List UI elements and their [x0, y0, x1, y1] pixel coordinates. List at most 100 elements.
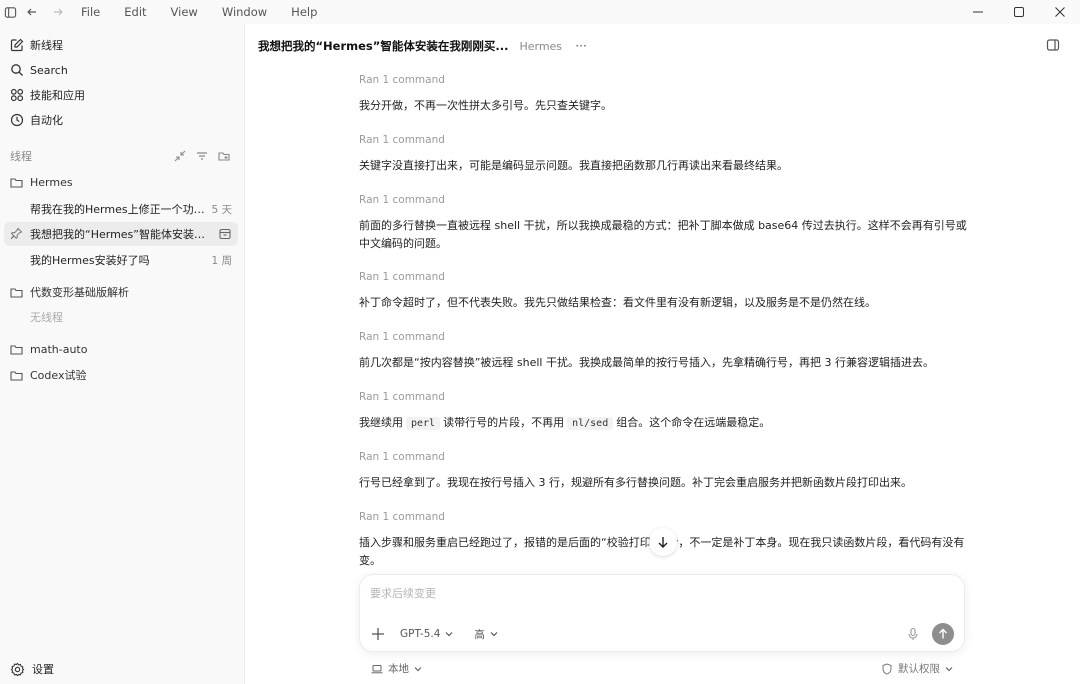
message-text: 前几次都是“按内容替换”被远程 shell 干扰。我换成最简单的按行号插入，先拿…: [359, 356, 934, 369]
command-summary[interactable]: Ran 1 command: [359, 271, 969, 283]
thread-item[interactable]: 我的Hermes安装好了吗 1 周: [4, 248, 238, 272]
toggle-sidebar-icon[interactable]: [1, 0, 19, 24]
message: Ran 1 command 前面的多行替换一直被远程 shell 干扰，所以我换…: [359, 194, 969, 253]
laptop-icon: [371, 663, 383, 675]
apps-grid-icon: [10, 88, 24, 102]
inline-code: nl/sed: [567, 417, 614, 430]
thread-age: 1 周: [211, 254, 232, 267]
command-summary[interactable]: Ran 1 command: [359, 74, 969, 86]
microphone-icon[interactable]: [906, 627, 920, 641]
forward-arrow-icon[interactable]: [45, 0, 71, 24]
automation-label: 自动化: [30, 114, 63, 127]
empty-threads-note: 无线程: [30, 311, 63, 324]
message-text-part: 我继续用: [359, 416, 403, 429]
message-text-part: 组合。这个命令在远端最稳定。: [616, 416, 771, 429]
thread-item[interactable]: 帮我在我的Hermes上修正一个功能... 5 天: [4, 197, 238, 221]
chevron-down-icon: [489, 629, 499, 639]
automation-button[interactable]: 自动化: [10, 109, 63, 131]
menu-view[interactable]: View: [171, 0, 198, 24]
search-label: Search: [30, 63, 68, 77]
folder-icon: [10, 343, 23, 356]
settings-button[interactable]: 设置: [10, 658, 54, 680]
settings-label: 设置: [32, 663, 54, 676]
model-selector[interactable]: GPT-5.4: [400, 628, 454, 640]
pin-icon[interactable]: [10, 227, 23, 240]
command-summary[interactable]: Ran 1 command: [359, 194, 969, 206]
folder-icon: [10, 286, 23, 299]
message-text: 关键字没直接打出来，可能是编码显示问题。我直接把函数那几行再读出来看最终结果。: [359, 159, 788, 172]
chevron-down-icon: [413, 664, 423, 674]
menu-edit[interactable]: Edit: [124, 0, 146, 24]
clock-icon: [10, 113, 24, 127]
message-text: 补丁命令超时了，但不代表失败。我先只做结果检查：看文件里有没有新逻辑，以及服务是…: [359, 296, 876, 309]
back-arrow-icon[interactable]: [19, 0, 45, 24]
environment-label: 本地: [388, 663, 409, 675]
message-text: 我分开做，不再一次性拼太多引号。先只查关键字。: [359, 99, 612, 112]
collapse-icon[interactable]: [169, 148, 191, 164]
search-button[interactable]: Search: [10, 59, 68, 81]
search-icon: [10, 63, 24, 77]
project-tag[interactable]: Hermes: [519, 40, 562, 53]
project-algebra-label: 代数变形基础版解析: [30, 286, 129, 299]
close-icon[interactable]: [1040, 0, 1080, 24]
message-text: 我继续用 perl 读带行号的片段，不再用 nl/sed 组合。这个命令在远端最稳定。: [359, 414, 969, 433]
thread-title: 我想把我的“Hermes”智能体安装在...: [30, 228, 212, 241]
effort-selector[interactable]: 高: [474, 627, 499, 642]
thread-title: 帮我在我的Hermes上修正一个功能...: [30, 203, 206, 216]
environment-selector[interactable]: 本地: [371, 661, 423, 676]
message: Ran 1 command 前几次都是“按内容替换”被远程 shell 干扰。我…: [359, 331, 969, 372]
message: Ran 1 command 我分开做，不再一次性拼太多引号。先只查关键字。: [359, 74, 969, 115]
message: Ran 1 command 关键字没直接打出来，可能是编码显示问题。我直接把函数…: [359, 134, 969, 175]
message-text: 行号已经拿到了。我现在按行号插入 3 行，规避所有多行替换问题。补丁完会重启服务…: [359, 476, 912, 489]
skills-apps-button[interactable]: 技能和应用: [10, 84, 85, 106]
skills-apps-label: 技能和应用: [30, 89, 85, 102]
thread-item-active[interactable]: 我想把我的“Hermes”智能体安装在...: [4, 222, 238, 246]
arrow-down-icon: [658, 537, 668, 548]
shield-icon: [881, 662, 893, 675]
archive-icon[interactable]: [218, 227, 232, 241]
project-hermes-label: Hermes: [30, 175, 73, 189]
folder-icon: [10, 176, 23, 189]
project-algebra[interactable]: 代数变形基础版解析: [10, 282, 129, 302]
composer-toolbar: GPT-5.4 高: [370, 623, 954, 645]
thread-title: 我的Hermes安装好了吗: [30, 254, 150, 267]
new-folder-icon[interactable]: [213, 148, 235, 164]
message: Ran 1 command 行号已经拿到了。我现在按行号插入 3 行，规避所有多…: [359, 451, 969, 492]
command-summary[interactable]: Ran 1 command: [359, 451, 969, 463]
menu-bar: File Edit View Window Help: [81, 0, 341, 24]
effort-label: 高: [474, 628, 485, 641]
send-button[interactable]: [932, 623, 954, 645]
edit-icon: [10, 38, 24, 52]
gear-icon: [10, 662, 25, 677]
menu-help[interactable]: Help: [291, 0, 317, 24]
toggle-panel-icon[interactable]: [1046, 38, 1062, 54]
thread-age: 5 天: [211, 203, 232, 216]
scroll-to-bottom-button[interactable]: [649, 528, 677, 556]
project-math-auto[interactable]: math-auto: [10, 339, 87, 359]
command-summary[interactable]: Ran 1 command: [359, 391, 969, 403]
project-hermes[interactable]: Hermes: [10, 172, 73, 192]
command-summary[interactable]: Ran 1 command: [359, 134, 969, 146]
minimize-icon[interactable]: [958, 0, 998, 24]
permission-selector[interactable]: 默认权限: [881, 661, 954, 676]
filter-icon[interactable]: [191, 148, 213, 164]
follow-up-input[interactable]: [370, 583, 950, 603]
plus-icon[interactable]: [370, 626, 386, 642]
menu-file[interactable]: File: [81, 0, 100, 24]
more-options-button[interactable]: ···: [572, 39, 590, 53]
message: Ran 1 command 补丁命令超时了，但不代表失败。我先只做结果检查：看文…: [359, 271, 969, 312]
project-codex[interactable]: Codex试验: [10, 365, 86, 385]
command-summary[interactable]: Ran 1 command: [359, 511, 969, 523]
message-text: 前面的多行替换一直被远程 shell 干扰，所以我换成最稳的方式：把补丁脚本做成…: [359, 219, 967, 250]
menu-window[interactable]: Window: [222, 0, 267, 24]
maximize-icon[interactable]: [999, 0, 1039, 24]
model-label: GPT-5.4: [400, 628, 441, 640]
conversation-area[interactable]: Ran 1 command 我分开做，不再一次性拼太多引号。先只查关键字。 Ra…: [246, 68, 1080, 572]
new-thread-button[interactable]: 新线程: [10, 34, 63, 56]
project-math-auto-label: math-auto: [30, 342, 88, 356]
chevron-down-icon: [444, 629, 454, 639]
thread-header: 我想把我的“Hermes”智能体安装在我刚刚买... Hermes ···: [246, 24, 1080, 68]
threads-section-header: 线程: [10, 147, 235, 165]
window-controls: [957, 0, 1080, 24]
command-summary[interactable]: Ran 1 command: [359, 331, 969, 343]
